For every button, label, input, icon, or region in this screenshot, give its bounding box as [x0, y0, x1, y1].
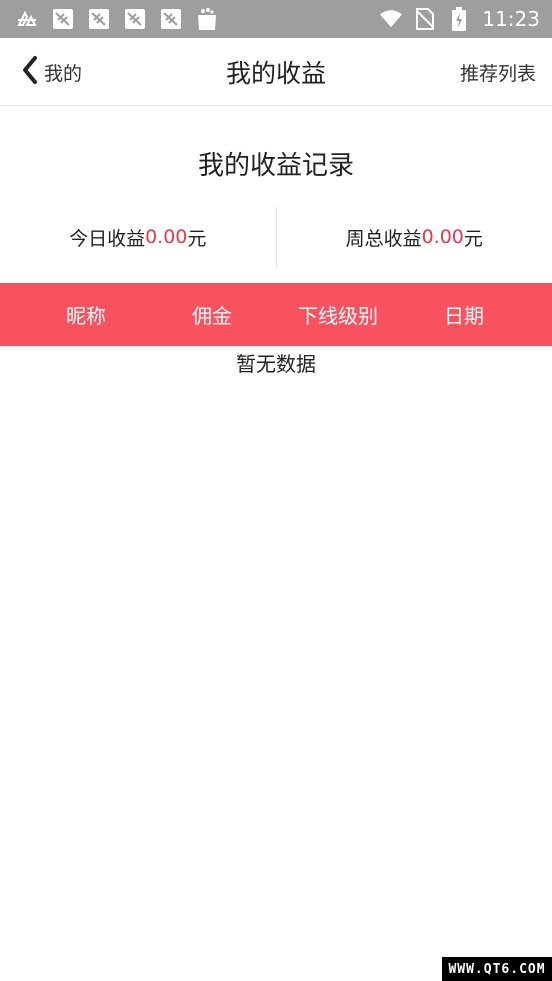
today-earnings-unit: 元 — [187, 227, 207, 250]
column-header-date: 日期 — [444, 304, 484, 328]
week-earnings: 周总收益 0.00 元 — [277, 207, 552, 267]
week-earnings-unit: 元 — [463, 227, 483, 250]
notification-icon — [160, 8, 182, 30]
back-label: 我的 — [44, 62, 83, 85]
nav-bar: 我的 我的收益 推荐列表 — [0, 38, 552, 106]
column-header-nickname: 昵称 — [66, 304, 106, 328]
status-bar: 11:23 — [0, 0, 552, 38]
chevron-left-icon — [22, 55, 38, 89]
empty-state-text: 暂无数据 — [236, 352, 316, 376]
shopping-bag-icon — [196, 8, 218, 30]
section-title: 我的收益记录 — [197, 151, 354, 181]
week-earnings-amount: 0.00 — [421, 226, 464, 248]
status-time: 11:23 — [482, 7, 540, 31]
table-header: 昵称 佣金 下线级别 日期 — [0, 283, 552, 346]
status-bar-left — [16, 8, 218, 30]
today-earnings-label: 今日收益 — [69, 227, 146, 250]
notification-icon — [52, 8, 74, 30]
column-header-commission: 佣金 — [192, 304, 232, 328]
earnings-summary: 今日收益 0.00 元 周总收益 0.00 元 — [0, 207, 552, 267]
notification-icon — [124, 8, 146, 30]
battery-charging-icon — [448, 7, 470, 31]
week-earnings-label: 周总收益 — [345, 227, 422, 250]
recommend-list-button[interactable]: 推荐列表 — [460, 38, 536, 106]
wifi-icon — [380, 8, 403, 30]
watermark: WWW.QT6.COM — [442, 957, 552, 981]
today-earnings-amount: 0.00 — [145, 226, 188, 248]
notification-icon — [88, 8, 110, 30]
app-store-icon — [16, 8, 38, 30]
no-sim-icon — [414, 8, 436, 30]
column-header-level: 下线级别 — [298, 304, 378, 328]
status-bar-right: 11:23 — [380, 7, 540, 31]
today-earnings: 今日收益 0.00 元 — [0, 207, 276, 267]
back-button[interactable]: 我的 — [22, 38, 82, 106]
